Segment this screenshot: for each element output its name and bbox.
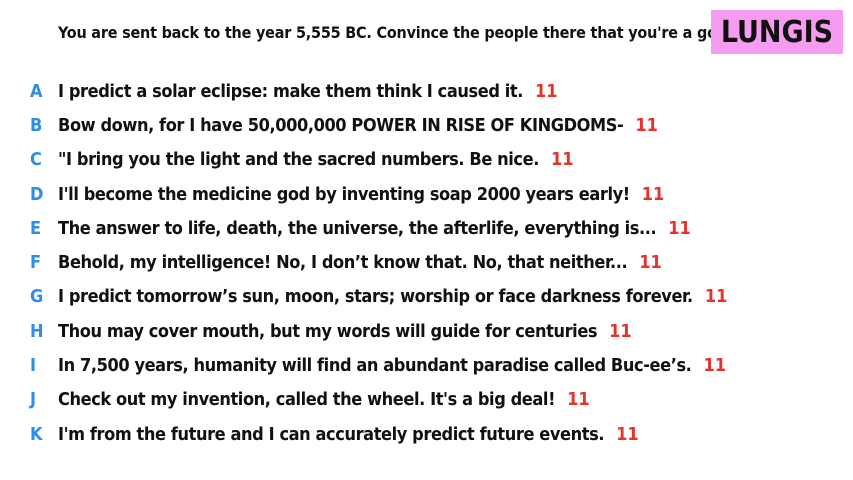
answer-letter: H [30,320,44,342]
answer-letter: C [30,149,42,171]
answer-score: 11 [704,286,728,308]
answer-text: Check out my invention, called the wheel… [58,389,556,411]
answer-text: Behold, my intelligence! No, I don’t kno… [58,252,628,274]
answer-text: I predict a solar eclipse: make them thi… [58,80,523,102]
answer-score: 11 [567,389,590,411]
answer-row-a: A I predict a solar eclipse: make them t… [30,74,727,108]
answer-score: 11 [616,423,639,445]
answer-letter: A [30,80,43,102]
answer-text: I'll become the medicine god by inventin… [58,183,630,205]
answer-letter: G [30,286,44,308]
answer-letter: I [30,355,37,377]
answer-letter: B [30,114,43,136]
answer-letter: E [30,217,42,239]
answer-row-j: J Check out my invention, called the whe… [30,383,727,417]
answer-score: 11 [641,183,665,205]
answer-row-h: H Thou may cover mouth, but my words wil… [30,314,727,348]
answer-score: 11 [668,217,691,239]
answer-score: 11 [550,149,574,171]
answer-score: 11 [609,320,632,342]
answer-row-k: K I'm from the future and I can accurate… [30,417,727,451]
answer-text: I'm from the future and I can accurately… [58,423,605,445]
answer-text: "I bring you the light and the sacred nu… [58,149,539,171]
answer-letter: F [30,252,42,274]
answer-letter: D [30,183,44,205]
answer-row-c: C "I bring you the light and the sacred … [30,143,727,177]
answer-letter: K [30,423,43,445]
answer-text: I predict tomorrow’s sun, moon, stars; w… [58,286,693,308]
answer-text: Bow down, for I have 50,000,000 POWER IN… [58,114,624,136]
answer-text: In 7,500 years, humanity will find an ab… [58,355,692,377]
brand-label: LUNGIS [720,14,834,50]
answer-row-g: G I predict tomorrow’s sun, moon, stars;… [30,280,727,314]
answer-list: A I predict a solar eclipse: make them t… [30,74,727,451]
brand-logo: LUNGIS [711,10,843,54]
answer-row-i: I In 7,500 years, humanity will find an … [30,348,727,382]
answer-score: 11 [535,80,558,102]
answer-text: Thou may cover mouth, but my words will … [58,320,598,342]
question-prompt: You are sent back to the year 5,555 BC. … [58,23,733,42]
answer-score: 11 [635,114,658,136]
answer-row-b: B Bow down, for I have 50,000,000 POWER … [30,108,727,142]
answer-score: 11 [639,252,662,274]
answer-letter: J [30,389,37,411]
answer-row-d: D I'll become the medicine god by invent… [30,177,727,211]
answer-score: 11 [703,355,726,377]
answer-text: The answer to life, death, the universe,… [58,217,657,239]
answer-row-f: F Behold, my intelligence! No, I don’t k… [30,245,727,279]
answer-row-e: E The answer to life, death, the univers… [30,211,727,245]
